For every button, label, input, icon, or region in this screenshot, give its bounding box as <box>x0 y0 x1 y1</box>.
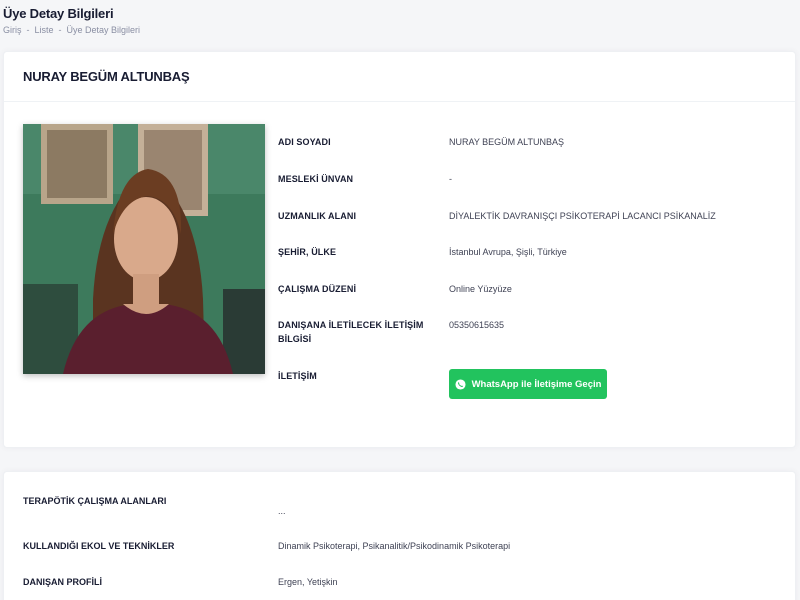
value-name: NURAY BEGÜM ALTUNBAŞ <box>449 137 565 147</box>
whatsapp-icon <box>455 378 466 390</box>
profile-name-heading: NURAY BEGÜM ALTUNBAŞ <box>23 69 190 84</box>
breadcrumb-current: Üye Detay Bilgileri <box>66 25 141 35</box>
label-specialty: UZMANLIK ALANI <box>278 211 357 221</box>
label-techniques: KULLANDIĞI EKOL VE TEKNİKLER <box>23 541 175 551</box>
value-specialty: DİYALEKTİK DAVRANIŞÇI PSİKOTERAPİ LACANC… <box>449 211 716 221</box>
breadcrumb-home[interactable]: Giriş <box>3 25 22 35</box>
label-name: ADI SOYADI <box>278 137 331 147</box>
extra-details-card: TERAPÖTİK ÇALIŞMA ALANLARI ... KULLANDIĞ… <box>3 471 796 600</box>
value-title: - <box>449 174 452 184</box>
label-title: MESLEKİ ÜNVAN <box>278 174 354 184</box>
page-title: Üye Detay Bilgileri <box>3 6 114 21</box>
profile-photo <box>23 124 265 374</box>
value-client-profile: Ergen, Yetişkin <box>278 577 338 587</box>
breadcrumb: Giriş - Liste - Üye Detay Bilgileri <box>3 25 140 35</box>
profile-card-header: NURAY BEGÜM ALTUNBAŞ <box>4 52 795 102</box>
whatsapp-button-label: WhatsApp ile İletişime Geçin <box>471 378 602 390</box>
value-work-mode: Online Yüzyüze <box>449 284 512 294</box>
label-work-mode: ÇALIŞMA DÜZENİ <box>278 284 357 294</box>
label-city: ŞEHİR, ÜLKE <box>278 247 337 257</box>
whatsapp-contact-button[interactable]: WhatsApp ile İletişime Geçin <box>449 369 607 399</box>
label-therapy-areas: TERAPÖTİK ÇALIŞMA ALANLARI <box>23 496 167 506</box>
profile-card: NURAY BEGÜM ALTUNBAŞ ADI SOYADI NURAY BE… <box>3 51 796 448</box>
breadcrumb-separator: - <box>58 25 62 35</box>
value-therapy-areas: ... <box>278 506 286 516</box>
breadcrumb-separator: - <box>26 25 30 35</box>
breadcrumb-list[interactable]: Liste <box>35 25 54 35</box>
value-techniques: Dinamik Psikoterapi, Psikanalitik/Psikod… <box>278 541 511 551</box>
label-contact-info: DANIŞANA İLETİLECEK İLETİŞİM BİLGİSİ <box>278 320 424 344</box>
profile-photo-illustration <box>23 124 265 374</box>
page-header: Üye Detay Bilgileri Giriş - Liste - Üye … <box>3 6 140 35</box>
label-contact: İLETİŞİM <box>278 371 317 381</box>
label-client-profile: DANIŞAN PROFİLİ <box>23 577 103 587</box>
value-city: İstanbul Avrupa, Şişli, Türkiye <box>449 247 567 257</box>
value-contact-info: 05350615635 <box>449 320 505 330</box>
